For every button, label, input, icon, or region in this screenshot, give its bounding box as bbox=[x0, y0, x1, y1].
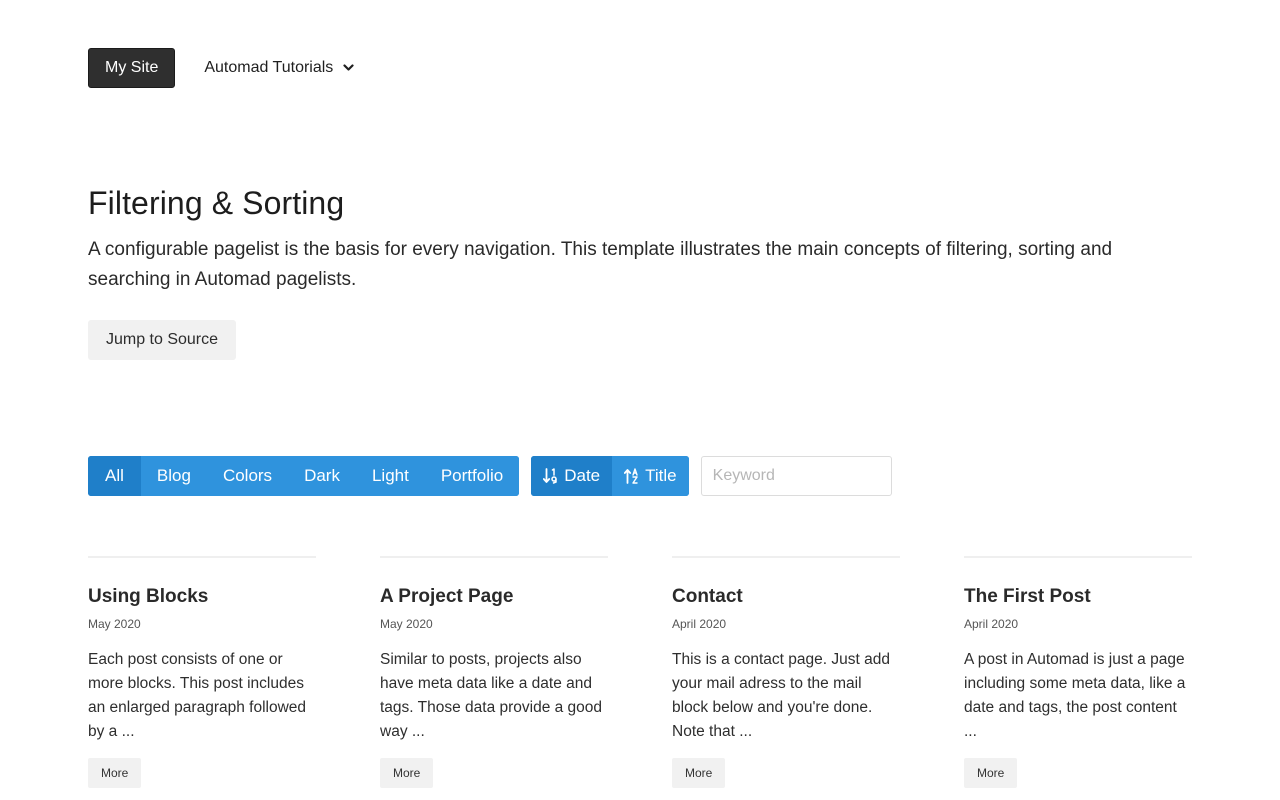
post-date: April 2020 bbox=[672, 617, 727, 631]
post-title-link[interactable]: The First Post bbox=[964, 585, 1192, 609]
post-date: May 2020 bbox=[380, 617, 433, 631]
sort-numeric-down-icon bbox=[543, 468, 557, 484]
post-card: A Project Page May 2020 Similar to posts… bbox=[380, 556, 608, 788]
post-excerpt: Each post consists of one or more blocks… bbox=[88, 651, 307, 740]
sort-title-label: Title bbox=[645, 466, 677, 485]
post-list: Using Blocks May 2020 Each post consists… bbox=[88, 556, 1192, 788]
post-more-button[interactable]: More bbox=[672, 758, 726, 788]
sort-button-group: Date Title bbox=[531, 456, 689, 496]
post-title-link[interactable]: Contact bbox=[672, 585, 900, 609]
page-title: Filtering & Sorting bbox=[88, 185, 345, 221]
page-description: A configurable pagelist is the basis for… bbox=[88, 239, 1113, 290]
post-excerpt: This is a contact page. Just add your ma… bbox=[672, 651, 890, 740]
pagelist-toolbar: All Blog Colors Dark Light Portfolio Dat… bbox=[88, 456, 892, 496]
post-title-link[interactable]: A Project Page bbox=[380, 585, 608, 609]
jump-to-source-button[interactable]: Jump to Source bbox=[88, 320, 236, 360]
tutorials-dropdown[interactable]: Automad Tutorials bbox=[204, 59, 354, 77]
post-excerpt: Similar to posts, projects also have met… bbox=[380, 651, 603, 740]
post-card: Contact April 2020 This is a contact pag… bbox=[672, 556, 900, 788]
sort-alpha-up-icon bbox=[624, 468, 638, 484]
sort-date-label: Date bbox=[564, 466, 601, 485]
filter-colors-button[interactable]: Colors bbox=[206, 456, 289, 496]
site-brand-button[interactable]: My Site bbox=[88, 48, 176, 88]
post-card: The First Post April 2020 A post in Auto… bbox=[964, 556, 1192, 788]
top-navbar: My Site Automad Tutorials bbox=[88, 48, 354, 88]
post-more-button[interactable]: More bbox=[380, 758, 434, 788]
chevron-down-icon bbox=[343, 64, 354, 71]
page: My Site Automad Tutorials Filtering & So… bbox=[0, 0, 1280, 800]
filter-all-button[interactable]: All bbox=[88, 456, 141, 496]
filter-light-button[interactable]: Light bbox=[355, 456, 425, 496]
post-date: April 2020 bbox=[964, 617, 1019, 631]
keyword-search-input[interactable] bbox=[700, 456, 892, 496]
post-title-link[interactable]: Using Blocks bbox=[88, 585, 316, 609]
hero-section: Filtering & Sorting A configurable pagel… bbox=[88, 184, 1178, 360]
sort-title-button[interactable]: Title bbox=[612, 456, 689, 496]
filter-dark-button[interactable]: Dark bbox=[288, 456, 356, 496]
filter-portfolio-button[interactable]: Portfolio bbox=[424, 456, 520, 496]
post-more-button[interactable]: More bbox=[88, 758, 142, 788]
post-more-button[interactable]: More bbox=[964, 758, 1018, 788]
tutorials-dropdown-label: Automad Tutorials bbox=[204, 59, 334, 76]
filter-blog-button[interactable]: Blog bbox=[140, 456, 207, 496]
post-date: May 2020 bbox=[88, 617, 141, 631]
post-card: Using Blocks May 2020 Each post consists… bbox=[88, 556, 316, 788]
filter-button-group: All Blog Colors Dark Light Portfolio bbox=[88, 456, 520, 496]
post-excerpt: A post in Automad is just a page includi… bbox=[964, 651, 1186, 740]
sort-date-button[interactable]: Date bbox=[531, 456, 613, 496]
